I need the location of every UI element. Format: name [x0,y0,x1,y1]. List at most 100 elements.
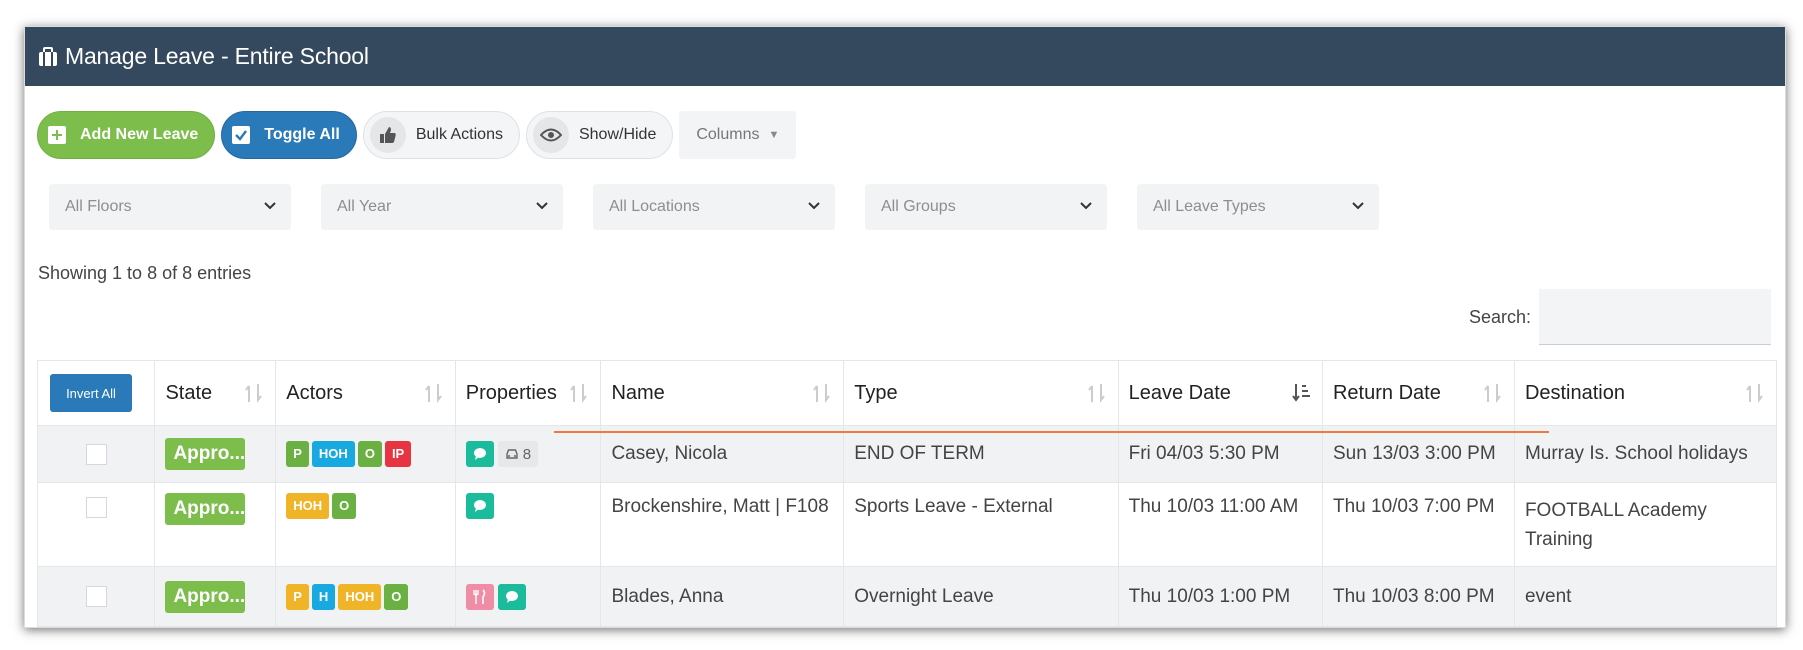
suitcase-icon [37,46,59,68]
row-select-cell [36,425,156,483]
properties-cell [454,482,602,567]
col-header-destination[interactable]: Destination [1513,360,1778,426]
bulk-actions-button[interactable]: Bulk Actions [362,111,520,159]
col-header-label: Leave Date [1128,381,1231,404]
entries-info: Showing 1 to 8 of 8 entries [38,263,252,283]
invert-all-button[interactable]: Invert All [50,374,132,412]
col-header-label: Return Date [1332,381,1441,404]
name-cell[interactable]: Blades, Anna [600,566,845,627]
search-area: Search: [1469,289,1771,345]
destination-cell: event [1513,566,1778,627]
bulk-actions-label: Bulk Actions [415,126,503,143]
filter-bar: All Floors All Year All Locations All Gr… [49,184,1379,230]
columns-dropdown[interactable]: Columns ▼ [679,111,797,159]
table-row[interactable]: Appro... P H HOH O Blades, Anna Overnight L… [36,566,1778,627]
manage-leave-panel: Manage Leave - Entire School Add New Lea… [24,26,1786,628]
caret-down-icon: ▼ [768,129,780,141]
col-header-leave-date[interactable]: Leave Date [1117,360,1323,426]
year-filter-value: All Year [337,198,392,215]
table-row[interactable]: Appro... HOH O Brockenshire, Matt | F108 … [36,482,1778,567]
actors-cell: P H HOH O [275,566,456,627]
groups-filter-value: All Groups [881,198,956,215]
chevron-down-icon [807,198,821,216]
properties-cell [454,566,602,627]
type-cell: Sports Leave - External [843,482,1119,567]
actor-badge: IP [384,441,412,467]
col-header-label: Type [854,381,898,404]
add-new-leave-button[interactable]: Add New Leave [37,111,216,159]
status-badge[interactable]: Appro... [165,438,246,470]
row-checkbox[interactable] [85,443,107,465]
panel-header: Manage Leave - Entire School [25,27,1785,86]
row-checkbox[interactable] [85,497,107,518]
chat-icon[interactable] [497,583,526,610]
sort-icon [813,382,831,404]
floors-filter[interactable]: All Floors [49,184,291,230]
plus-square-icon [48,126,66,144]
eye-icon [532,117,569,153]
type-cell: Overnight Leave [843,566,1119,627]
state-cell: Appro... [154,425,277,483]
sort-icon [424,382,443,404]
leave-types-filter-value: All Leave Types [1153,198,1266,215]
sort-icon [245,382,263,404]
actor-badge: P [286,583,309,610]
col-header-label: Name [611,381,665,404]
col-header-actors[interactable]: Actors [275,360,456,426]
col-header-state[interactable]: State [154,360,277,426]
name-cell[interactable]: Brockenshire, Matt | F108 [600,482,845,567]
groups-filter[interactable]: All Groups [865,184,1107,230]
name-cell[interactable]: Casey, Nicola [600,425,845,483]
actors-cell: P HOH O IP [275,425,456,483]
search-label: Search: [1468,306,1531,327]
cutlery-icon[interactable] [465,583,494,610]
chat-icon[interactable] [465,441,494,467]
col-header-label: State [165,381,213,404]
car-icon [506,449,518,459]
leave-types-filter[interactable]: All Leave Types [1137,184,1379,230]
toggle-all-button[interactable]: Toggle All [221,111,357,159]
car-badge[interactable]: 8 [497,441,539,467]
actor-badge: O [332,493,357,519]
col-header-properties[interactable]: Properties [454,360,602,426]
year-filter[interactable]: All Year [321,184,563,230]
state-cell: Appro... [154,482,277,567]
floors-filter-value: All Floors [65,198,132,215]
properties-cell: 8 [454,425,602,483]
toggle-all-label: Toggle All [264,126,340,143]
invert-all-header: Invert All [36,360,156,426]
search-input[interactable] [1539,289,1771,345]
sort-asc-icon [1292,382,1310,404]
page-title: Manage Leave - Entire School [65,43,369,69]
add-new-leave-label: Add New Leave [80,126,199,143]
actor-badge: O [384,583,409,610]
col-header-name[interactable]: Name [600,360,845,426]
locations-filter[interactable]: All Locations [593,184,835,230]
status-badge[interactable]: Appro... [165,493,246,525]
actor-badge: P [286,441,309,467]
col-header-type[interactable]: Type [843,360,1119,426]
chevron-down-icon [1351,198,1365,216]
highlight-underline [554,431,1549,433]
leave-date-cell: Thu 10/03 1:00 PM [1117,566,1323,627]
col-header-label: Actors [286,381,343,404]
chevron-down-icon [263,198,277,216]
chat-icon[interactable] [465,493,494,519]
sort-icon [1746,382,1764,404]
row-select-cell [36,482,156,567]
checkbox-checked-icon [232,126,251,144]
table-header-row: Invert All State Actors Properties Name … [36,360,1778,426]
col-header-return-date[interactable]: Return Date [1321,360,1515,426]
table-row[interactable]: Appro... P HOH O IP 8 Casey, Nicola END OF … [36,425,1778,483]
car-count: 8 [522,445,532,463]
destination-cell: FOOTBALL Academy Training [1513,482,1778,567]
status-badge[interactable]: Appro... [165,580,246,613]
show-hide-button[interactable]: Show/Hide [525,111,674,159]
actor-badge: HOH [311,441,355,467]
chevron-down-icon [535,198,549,216]
sort-icon [1087,382,1106,404]
actor-badge: O [357,441,382,467]
return-date-cell: Sun 13/03 3:00 PM [1321,425,1515,483]
row-checkbox[interactable] [85,586,107,607]
actors-cell: HOH O [275,482,456,567]
